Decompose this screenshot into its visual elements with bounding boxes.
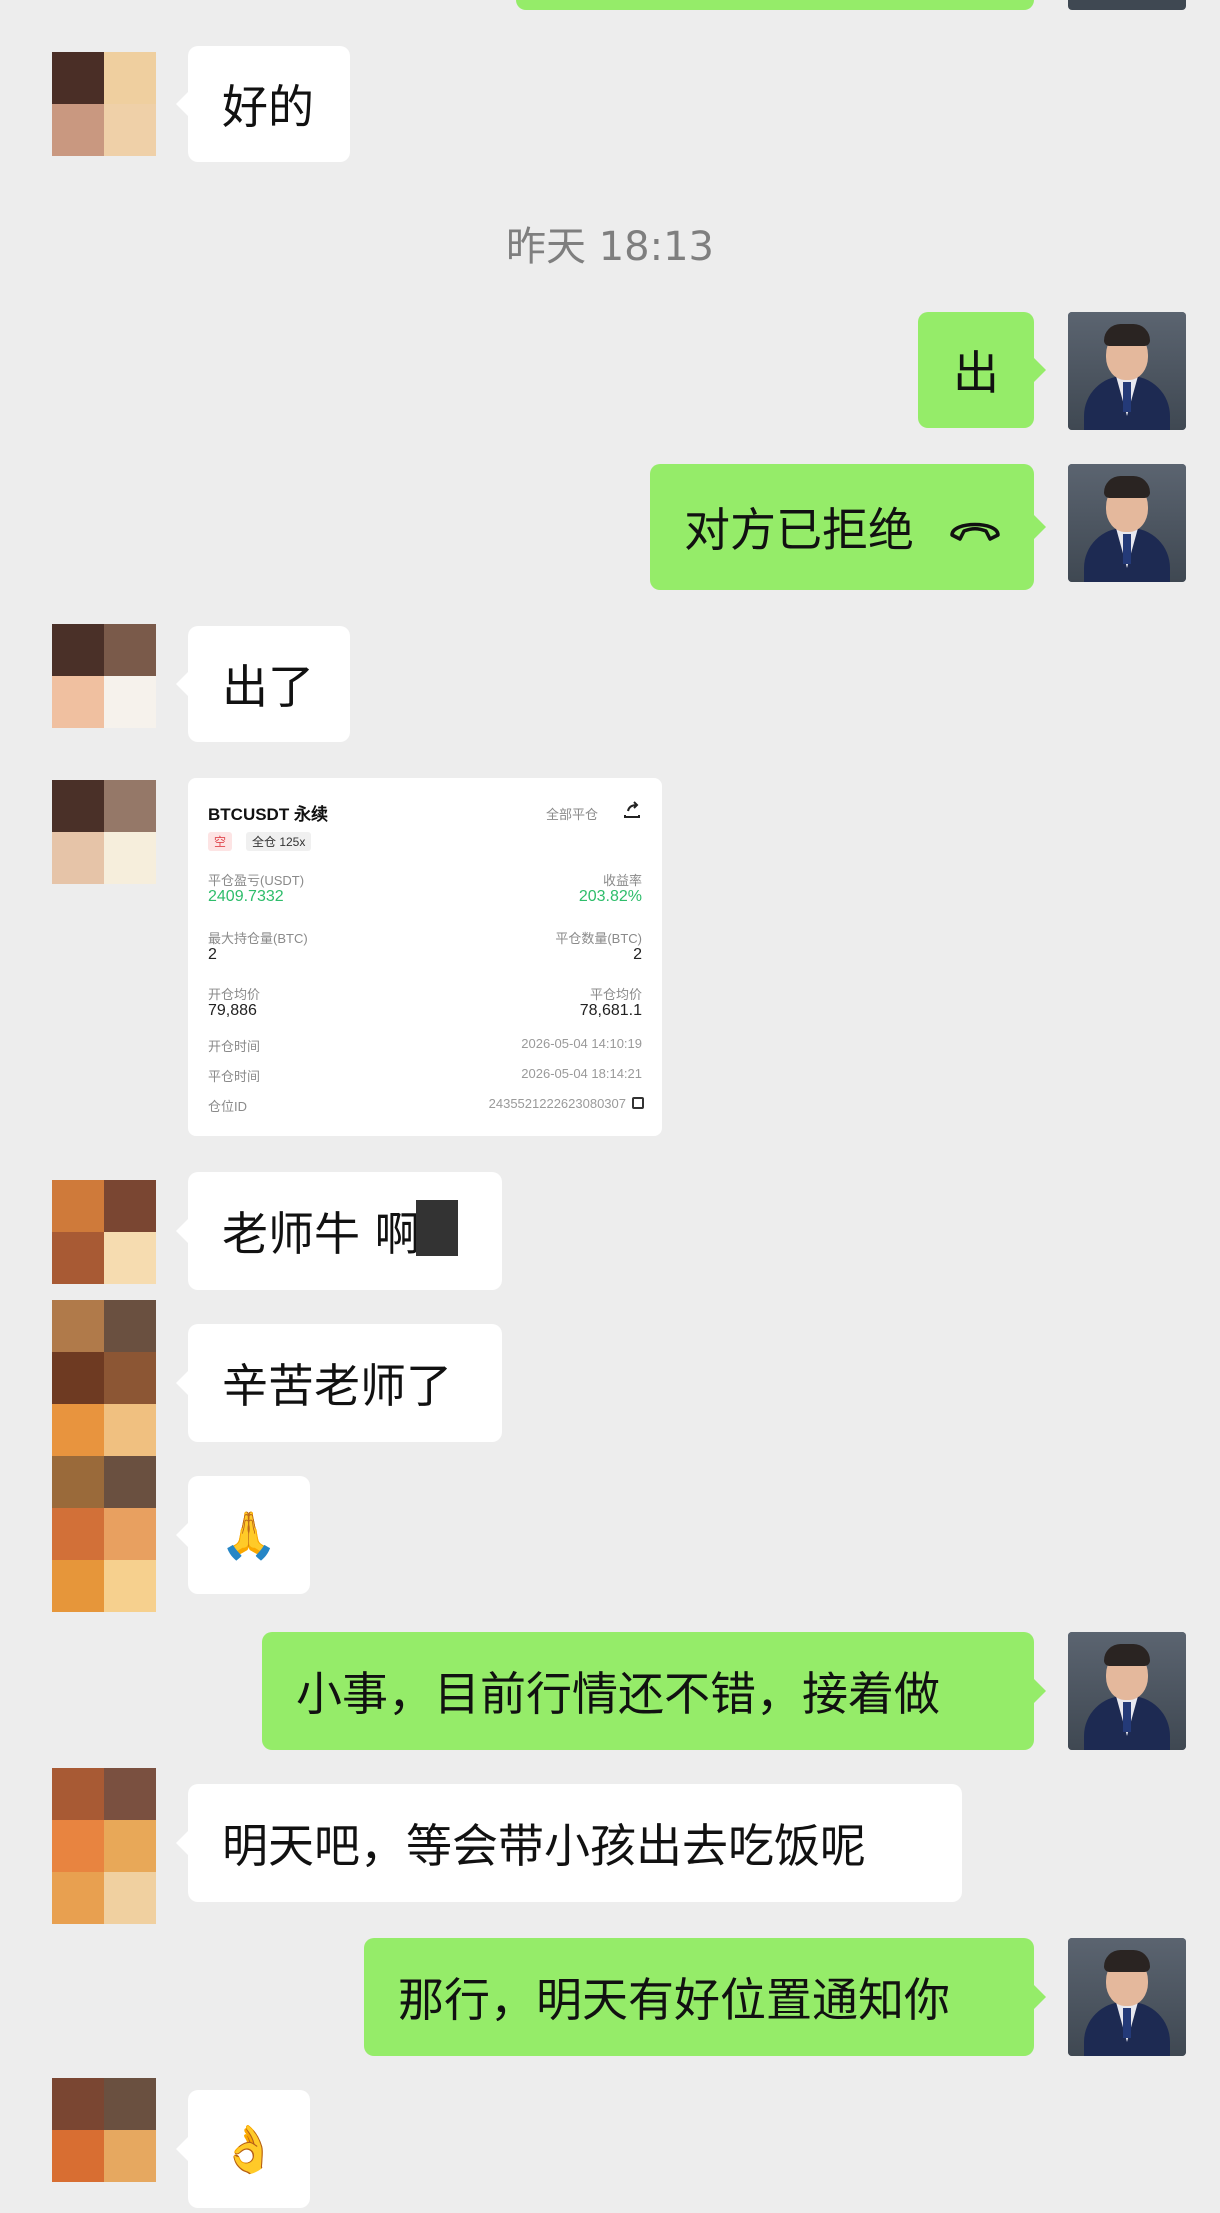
position-id-value: 2435521222623080307 <box>488 1096 626 1111</box>
call-rejected-bubble[interactable]: 对方已拒绝 <box>650 464 1046 590</box>
redaction-block <box>416 1200 458 1256</box>
message-text: 老师牛 啊 <box>222 1207 421 1261</box>
close-qty-value: 2 <box>633 946 642 963</box>
open-time-label: 开仓时间 <box>208 1039 261 1054</box>
timestamp: 昨天 18:13 <box>506 224 714 270</box>
roi-value: 203.82% <box>578 888 642 905</box>
my-avatar[interactable] <box>1068 1632 1186 1750</box>
incoming-message-bubble[interactable]: 好的 <box>176 46 350 162</box>
margin-tag: 全仓 125x <box>246 832 312 851</box>
pnl-label: 平仓盈亏(USDT) <box>208 873 305 888</box>
message-text: 好的 <box>222 80 314 134</box>
incoming-message-bubble[interactable]: 出了 <box>176 626 350 742</box>
close-all-label: 全部平仓 <box>546 807 599 822</box>
incoming-emoji-bubble[interactable]: 🙏 <box>176 1476 310 1594</box>
close-time-value: 2026-05-04 18:14:21 <box>521 1066 642 1081</box>
ok-hand-emoji: 👌 <box>220 2121 278 2176</box>
message-text: 那行，明天有好位置通知你 <box>398 1973 950 2027</box>
message-text: 出 <box>953 346 999 400</box>
contact-avatar[interactable] <box>52 780 156 884</box>
my-avatar[interactable] <box>1068 464 1186 582</box>
side-tag: 空 <box>208 832 233 851</box>
copy-icon[interactable] <box>632 1097 644 1109</box>
outgoing-message-bubble[interactable]: 小事，目前行情还不错，接着做 <box>262 1632 1046 1750</box>
pray-emoji: 🙏 <box>220 1507 278 1562</box>
message-text: 辛苦老师了 <box>222 1359 452 1413</box>
contact-avatar[interactable] <box>52 1300 156 1404</box>
message-text: 对方已拒绝 <box>684 503 914 557</box>
contact-avatar-overlap <box>52 1872 156 1924</box>
contact-avatar[interactable] <box>52 52 156 156</box>
trade-symbol: BTCUSDT 永续 <box>208 805 328 824</box>
open-time-value: 2026-05-04 14:10:19 <box>521 1036 642 1051</box>
my-avatar-edge[interactable] <box>1068 0 1186 10</box>
trade-result-image[interactable]: BTCUSDT 永续 全部平仓 空 全仓 125x 平仓盈亏(USDT) 240… <box>188 778 662 1136</box>
close-time-label: 平仓时间 <box>208 1069 261 1084</box>
outgoing-message-bubble[interactable]: 那行，明天有好位置通知你 <box>364 1938 1046 2056</box>
position-id-label: 仓位ID <box>208 1099 248 1114</box>
open-avg-label: 开仓均价 <box>208 987 261 1002</box>
open-avg-value: 79,886 <box>208 1002 257 1019</box>
message-text: 小事，目前行情还不错，接着做 <box>296 1667 940 1721</box>
contact-avatar-overlap <box>52 1508 156 1612</box>
max-position-label: 最大持仓量(BTC) <box>208 931 308 946</box>
incoming-message-bubble[interactable]: 老师牛 啊 <box>176 1172 502 1290</box>
contact-avatar[interactable] <box>52 1768 156 1872</box>
incoming-message-bubble[interactable]: 明天吧，等会带小孩出去吃饭呢 <box>176 1784 962 1902</box>
my-avatar[interactable] <box>1068 312 1186 430</box>
phone-hangup-icon <box>948 500 1002 554</box>
previous-message-bubble-edge[interactable] <box>516 0 1034 10</box>
contact-avatar[interactable] <box>52 2078 156 2182</box>
message-text: 出了 <box>222 660 314 714</box>
share-icon <box>622 800 642 825</box>
outgoing-message-bubble[interactable]: 出 <box>918 312 1046 428</box>
my-avatar[interactable] <box>1068 1938 1186 2056</box>
message-text: 明天吧，等会带小孩出去吃饭呢 <box>222 1819 866 1873</box>
close-avg-value: 78,681.1 <box>579 1002 642 1019</box>
close-avg-label: 平仓均价 <box>589 987 642 1002</box>
incoming-emoji-bubble[interactable]: 👌 <box>176 2090 310 2208</box>
pnl-value: 2409.7332 <box>208 888 284 905</box>
roi-label: 收益率 <box>602 873 642 888</box>
contact-avatar[interactable] <box>52 624 156 728</box>
max-position-value: 2 <box>208 946 217 963</box>
incoming-message-bubble[interactable]: 辛苦老师了 <box>176 1324 502 1442</box>
contact-avatar[interactable] <box>52 1404 156 1508</box>
close-qty-label: 平仓数量(BTC) <box>555 931 642 946</box>
contact-avatar[interactable] <box>52 1180 156 1284</box>
